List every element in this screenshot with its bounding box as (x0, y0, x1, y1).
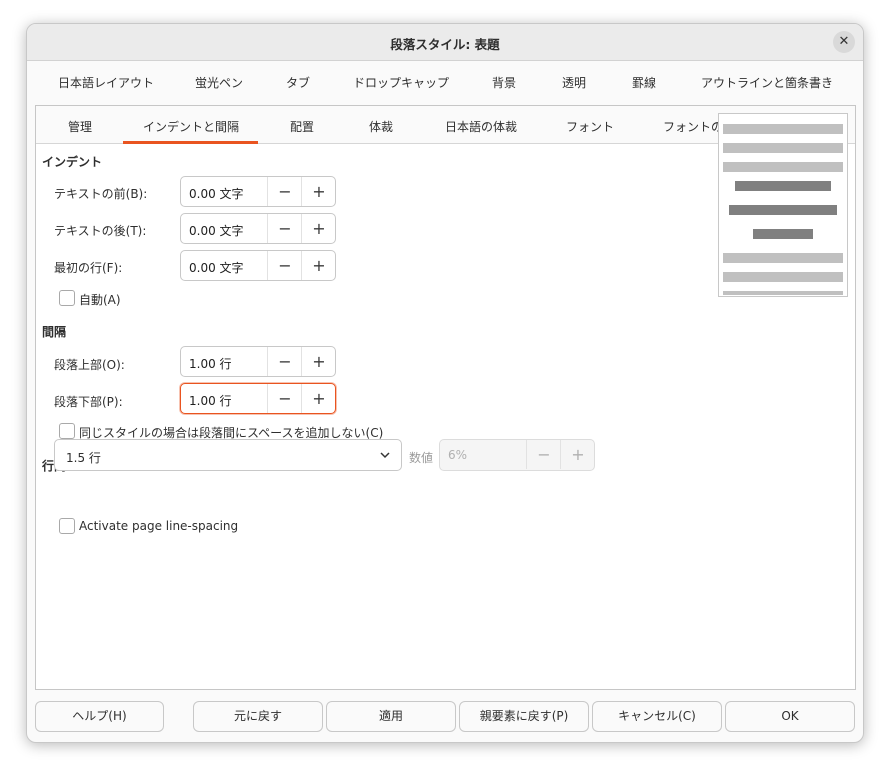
line-spacing-value-decrement-button[interactable]: − (526, 440, 561, 469)
tab-transparency[interactable]: 透明 (562, 74, 586, 91)
line-spacing-value-increment-button[interactable]: + (560, 440, 595, 469)
preview-line (723, 253, 843, 263)
above-paragraph-increment-button[interactable]: + (301, 347, 336, 376)
tab-area[interactable]: 背景 (492, 74, 516, 91)
tab-highlighting[interactable]: 蛍光ペン (195, 74, 243, 91)
paragraph-style-dialog: 段落スタイル: 表題 ✕ 日本語レイアウト 蛍光ペン タブ ドロップキャップ 背… (26, 23, 864, 743)
tab-outline-list[interactable]: アウトラインと箇条書き (701, 74, 833, 91)
auto-checkbox[interactable] (59, 290, 75, 306)
below-paragraph-label: 段落下部(P): (54, 395, 123, 409)
tab-asian-layout[interactable]: 日本語の体裁 (445, 118, 517, 135)
tab-font[interactable]: フォント (566, 118, 614, 135)
line-spacing-select[interactable]: 1.5 行 (54, 439, 402, 471)
below-paragraph-spin: 1.00 行 − + (180, 383, 336, 414)
tab-text-flow[interactable]: 体裁 (369, 118, 393, 135)
reset-button[interactable]: 元に戻す (193, 701, 323, 732)
indent-after-spin: 0.00 文字 − + (180, 213, 336, 244)
reset-to-parent-button[interactable]: 親要素に戻す(P) (459, 701, 589, 732)
below-paragraph-increment-button[interactable]: + (301, 384, 336, 413)
below-paragraph-decrement-button[interactable]: − (267, 384, 302, 413)
line-spacing-value-spin: 6% − + (439, 439, 595, 471)
auto-label: 自動(A) (79, 293, 121, 307)
dialog-title: 段落スタイル: 表題 (390, 37, 500, 52)
close-button[interactable]: ✕ (833, 31, 855, 53)
above-paragraph-label: 段落上部(O): (54, 358, 125, 372)
first-line-decrement-button[interactable]: − (267, 251, 302, 280)
indent-after-input[interactable]: 0.00 文字 (189, 222, 244, 239)
apply-button[interactable]: 適用 (326, 701, 456, 732)
first-line-spin: 0.00 文字 − + (180, 250, 336, 281)
first-line-increment-button[interactable]: + (301, 251, 336, 280)
above-paragraph-input[interactable]: 1.00 行 (189, 355, 232, 372)
preview-line (723, 143, 843, 153)
paragraph-preview (718, 113, 848, 297)
preview-line (723, 162, 843, 172)
indent-before-decrement-button[interactable]: − (267, 177, 302, 206)
preview-line (723, 124, 843, 134)
indent-heading: インデント (42, 155, 103, 169)
tab-indents-spacing[interactable]: インデントと間隔 (143, 118, 239, 135)
above-paragraph-decrement-button[interactable]: − (267, 347, 302, 376)
first-line-input[interactable]: 0.00 文字 (189, 259, 244, 276)
close-icon: ✕ (838, 34, 850, 49)
indent-after-increment-button[interactable]: + (301, 214, 336, 243)
line-spacing-value-label: 数値 (409, 451, 434, 465)
cancel-button[interactable]: キャンセル(C) (592, 701, 722, 732)
tab-drop-caps[interactable]: ドロップキャップ (353, 74, 449, 91)
below-paragraph-input[interactable]: 1.00 行 (189, 392, 232, 409)
indent-before-input[interactable]: 0.00 文字 (189, 185, 244, 202)
tab-content-frame: 管理 インデントと間隔 配置 体裁 日本語の体裁 フォント フォントの効果 位置… (35, 105, 856, 690)
active-tab-indicator (123, 141, 258, 144)
first-line-label: 最初の行(F): (54, 261, 123, 275)
indent-after-decrement-button[interactable]: − (267, 214, 302, 243)
line-spacing-selected: 1.5 行 (66, 451, 101, 465)
page-line-spacing-label: Activate page line-spacing (79, 519, 239, 533)
indent-after-label: テキストの後(T): (54, 224, 147, 238)
title-bar: 段落スタイル: 表題 ✕ (27, 24, 863, 61)
page-line-spacing-checkbox[interactable] (59, 518, 75, 534)
help-button[interactable]: ヘルプ(H) (35, 701, 164, 732)
above-paragraph-spin: 1.00 行 − + (180, 346, 336, 377)
preview-line (723, 291, 843, 295)
ok-button[interactable]: OK (725, 701, 855, 732)
line-spacing-value-input[interactable]: 6% (448, 448, 467, 462)
preview-line-current (729, 205, 837, 215)
preview-line (723, 272, 843, 282)
no-space-same-style-checkbox[interactable] (59, 423, 75, 439)
preview-line-current (735, 181, 831, 191)
tab-organizer[interactable]: 管理 (68, 118, 92, 135)
indent-before-spin: 0.00 文字 − + (180, 176, 336, 207)
indent-before-increment-button[interactable]: + (301, 177, 336, 206)
tab-borders[interactable]: 罫線 (632, 74, 656, 91)
tab-alignment[interactable]: 配置 (290, 118, 314, 135)
preview-line-current (753, 229, 813, 239)
indent-before-label: テキストの前(B): (54, 187, 148, 201)
tab-asian-typography[interactable]: 日本語レイアウト (58, 74, 154, 91)
spacing-heading: 間隔 (42, 325, 67, 339)
tab-tabs[interactable]: タブ (286, 74, 310, 91)
tab-row-1: 日本語レイアウト 蛍光ペン タブ ドロップキャップ 背景 透明 罫線 アウトライ… (35, 74, 855, 98)
chevron-down-icon (380, 452, 390, 459)
